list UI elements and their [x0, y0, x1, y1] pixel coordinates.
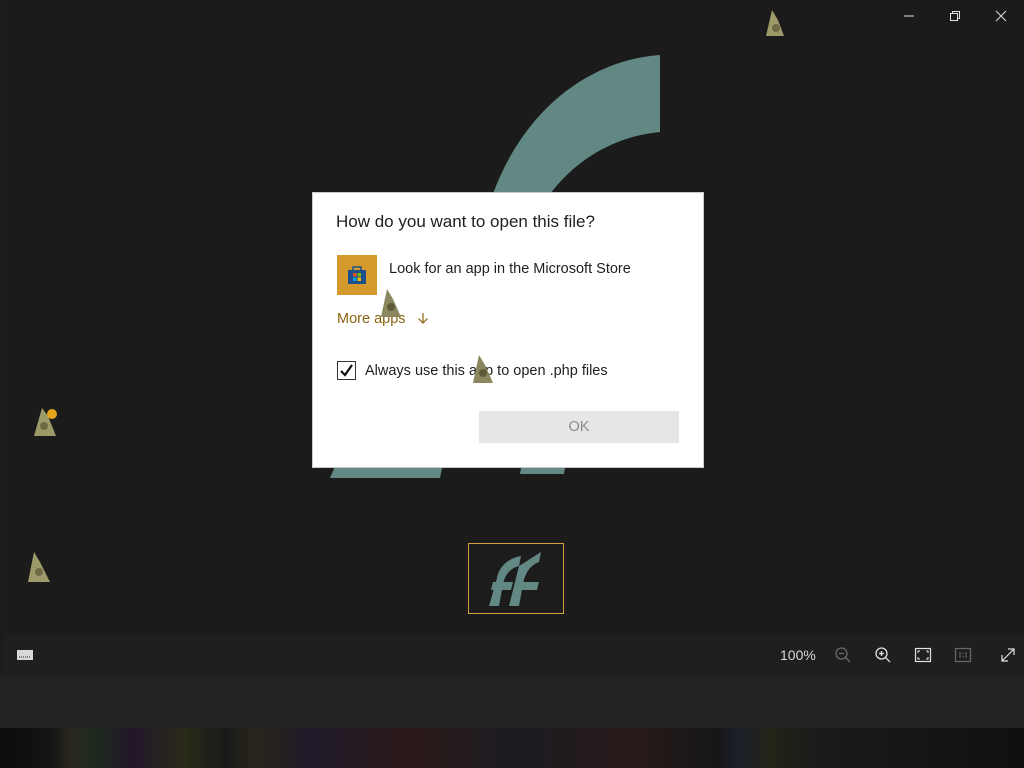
minimize-icon	[904, 15, 914, 17]
zoom-in-button[interactable]	[872, 644, 894, 666]
arrow-down-icon	[417, 313, 428, 324]
fullscreen-icon	[1001, 648, 1015, 662]
zoom-out-button[interactable]	[832, 644, 854, 666]
ok-button[interactable]: OK	[479, 411, 679, 443]
close-button[interactable]	[978, 0, 1024, 32]
fit-to-window-icon	[914, 647, 932, 663]
actual-size-button[interactable]	[952, 644, 974, 666]
filmstrip-icon	[17, 650, 33, 660]
fit-to-window-button[interactable]	[912, 644, 934, 666]
gnome-sprite-icon	[473, 355, 493, 383]
microsoft-store-label: Look for an app in the Microsoft Store	[389, 261, 631, 277]
restore-icon	[950, 11, 960, 21]
zoom-out-icon	[835, 647, 851, 663]
gnome-sprite-icon	[381, 289, 401, 317]
fullscreen-button[interactable]	[997, 644, 1019, 666]
dialog-title: How do you want to open this file?	[336, 212, 595, 231]
filmstrip-area	[0, 676, 1024, 728]
zoom-level: 100%	[780, 647, 816, 663]
minimize-button[interactable]	[886, 0, 932, 32]
checkmark-icon	[340, 364, 353, 377]
zoom-in-icon	[875, 647, 891, 663]
close-icon	[995, 10, 1007, 22]
actual-size-icon	[954, 647, 972, 663]
microsoft-store-icon	[337, 255, 377, 295]
gnome-sprite-icon	[34, 408, 57, 436]
always-use-checkbox[interactable]	[337, 361, 356, 380]
gnome-sprite-icon	[766, 10, 784, 36]
restore-button[interactable]	[932, 0, 978, 32]
thumbnail-selected[interactable]	[468, 543, 564, 614]
open-with-dialog: How do you want to open this file? Look …	[312, 192, 704, 468]
filmstrip-button[interactable]	[14, 644, 36, 666]
taskbar	[0, 728, 1024, 768]
flash-logo-thumbnail	[489, 552, 541, 606]
gnome-sprite-icon	[28, 552, 50, 582]
viewer-toolbar: 100%	[4, 634, 1024, 676]
